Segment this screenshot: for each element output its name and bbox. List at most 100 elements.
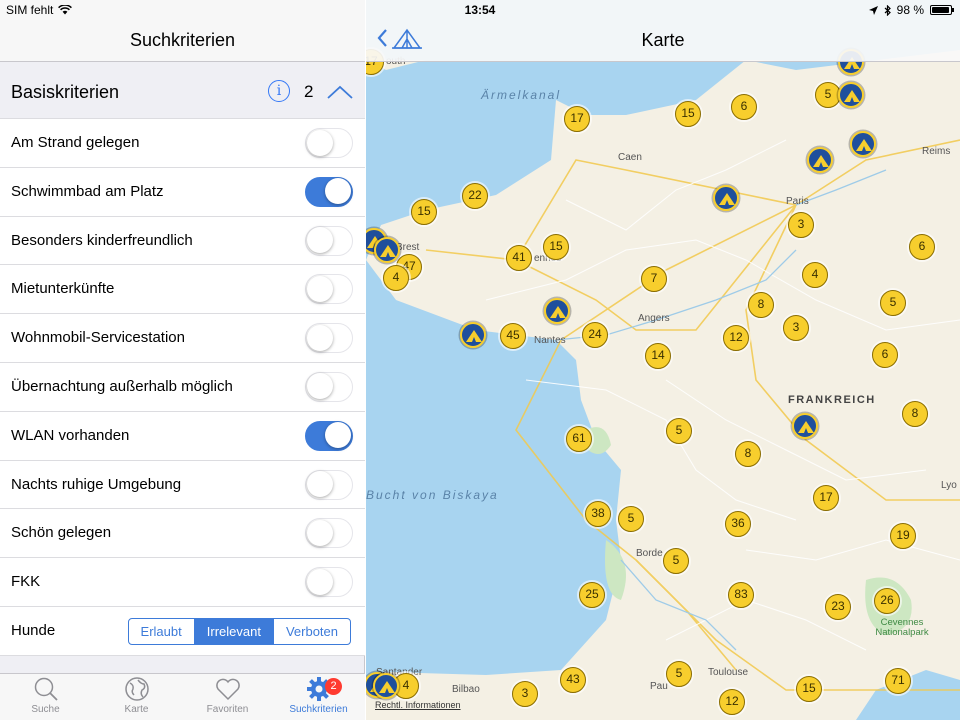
criteria-row-fkk: FKK — [0, 558, 365, 607]
cluster-marker[interactable]: 26 — [874, 588, 900, 614]
cluster-marker[interactable]: 4 — [802, 262, 828, 288]
campsite-marker[interactable] — [460, 322, 486, 348]
cluster-marker[interactable]: 15 — [796, 676, 822, 702]
toggle-strand[interactable] — [305, 128, 353, 158]
cluster-marker[interactable]: 7 — [641, 266, 667, 292]
tab-bar: Suche Karte Favoriten 2 Suchkriterien — [0, 673, 365, 720]
tent-icon — [719, 193, 735, 205]
cluster-marker[interactable]: 5 — [666, 661, 692, 687]
tent-icon — [813, 155, 829, 167]
criteria-row-schoen: Schön gelegen — [0, 509, 365, 559]
criteria-row-ruhig: Nachts ruhige Umgebung — [0, 461, 365, 510]
cluster-marker[interactable]: 23 — [825, 594, 851, 620]
cluster-marker[interactable]: 36 — [725, 511, 751, 537]
map-label: Pau — [650, 681, 668, 692]
cluster-marker[interactable]: 6 — [731, 94, 757, 120]
cluster-marker[interactable]: 25 — [579, 582, 605, 608]
cluster-marker[interactable]: 8 — [735, 441, 761, 467]
segment-verboten[interactable]: Verboten — [274, 619, 350, 644]
dogs-segmented-control: Erlaubt Irrelevant Verboten — [127, 617, 351, 645]
map-label: Paris — [786, 196, 809, 207]
tab-label: Suchkriterien — [289, 704, 348, 715]
criteria-row-mietunterkuenfte: Mietunterkünfte — [0, 265, 365, 315]
map-label: Cevennes Nationalpark — [875, 617, 929, 638]
cluster-marker[interactable]: 17 — [813, 485, 839, 511]
cluster-marker[interactable]: 15 — [675, 101, 701, 127]
globe-icon — [124, 677, 149, 701]
cluster-marker[interactable]: 6 — [872, 342, 898, 368]
cluster-marker[interactable]: 8 — [902, 401, 928, 427]
toggle-wlan[interactable] — [305, 420, 353, 451]
cluster-marker[interactable]: 3 — [783, 315, 809, 341]
cluster-marker[interactable]: 3 — [788, 212, 814, 238]
tab-karte[interactable]: Karte — [91, 676, 182, 715]
cluster-marker[interactable]: 22 — [462, 183, 488, 209]
cluster-marker[interactable]: 61 — [566, 426, 592, 452]
cluster-marker[interactable]: 5 — [666, 418, 692, 444]
legal-info-link[interactable]: Rechtl. Informationen — [375, 700, 461, 710]
cluster-marker[interactable]: 19 — [890, 523, 916, 549]
cluster-marker[interactable]: 6 — [909, 234, 935, 260]
criteria-label: Besonders kinderfreundlich — [11, 231, 193, 249]
campsite-marker[interactable] — [838, 82, 864, 108]
map-label: Angers — [638, 313, 670, 324]
criteria-label: Schön gelegen — [11, 524, 112, 542]
cluster-marker[interactable]: 38 — [585, 501, 611, 527]
criteria-label: Nachts ruhige Umgebung — [11, 475, 182, 493]
info-icon[interactable]: i — [268, 80, 290, 102]
toggle-kinderfreundlich[interactable] — [305, 225, 353, 256]
cluster-marker[interactable]: 43 — [560, 667, 586, 693]
cluster-marker[interactable]: 5 — [618, 506, 644, 532]
toggle-schoen[interactable] — [305, 518, 353, 549]
cluster-marker[interactable]: 12 — [723, 325, 749, 351]
criteria-row-wohnmobil: Wohnmobil-Servicestation — [0, 314, 365, 363]
criteria-row-uebernachtung: Übernachtung außerhalb möglich — [0, 363, 365, 412]
criteria-label: Wohnmobil-Servicestation — [11, 329, 185, 347]
cluster-marker[interactable]: 17 — [564, 106, 590, 132]
campsite-marker[interactable] — [792, 413, 818, 439]
cluster-marker[interactable]: 15 — [411, 199, 437, 225]
toggle-uebernachtung[interactable] — [305, 371, 353, 402]
campsite-marker[interactable] — [713, 185, 739, 211]
cluster-marker[interactable]: 4 — [383, 265, 409, 291]
campsite-marker[interactable] — [544, 298, 570, 324]
toggle-schwimmbad[interactable] — [305, 176, 353, 207]
cluster-marker[interactable]: 8 — [748, 292, 774, 318]
campsite-marker[interactable] — [374, 237, 400, 263]
toggle-ruhig[interactable] — [305, 469, 353, 500]
cluster-marker[interactable]: 24 — [582, 322, 608, 348]
cluster-marker[interactable]: 41 — [506, 245, 532, 271]
map-panel[interactable]: Karte Ärmelkanal Caen Paris Reims Brest … — [366, 0, 960, 720]
criteria-label: WLAN vorhanden — [11, 426, 130, 444]
chevron-up-icon[interactable] — [326, 84, 354, 100]
cluster-marker[interactable]: 14 — [645, 343, 671, 369]
section-title: Basiskriterien — [11, 82, 120, 102]
cluster-marker[interactable]: 12 — [719, 689, 745, 715]
segment-irrelevant[interactable]: Irrelevant — [194, 618, 274, 644]
section-header-basiskriterien[interactable]: Basiskriterien i 2 — [0, 62, 365, 119]
clock: 13:54 — [464, 3, 496, 17]
tab-favoriten[interactable]: Favoriten — [182, 676, 273, 715]
cluster-marker[interactable]: 15 — [543, 234, 569, 260]
campsite-marker[interactable] — [850, 131, 876, 157]
cluster-marker[interactable]: 71 — [885, 668, 911, 694]
cluster-marker[interactable]: 5 — [880, 290, 906, 316]
toggle-fkk[interactable] — [305, 567, 353, 598]
map-label: Toulouse — [708, 667, 749, 678]
cluster-marker[interactable]: 83 — [728, 582, 754, 608]
criteria-label: Mietunterkünfte — [11, 280, 115, 298]
selected-count: 2 — [304, 82, 314, 101]
cluster-marker[interactable]: 5 — [663, 548, 689, 574]
tab-suche[interactable]: Suche — [0, 676, 91, 715]
tab-suchkriterien[interactable]: 2 Suchkriterien — [273, 676, 364, 715]
tent-icon — [550, 306, 566, 318]
segment-erlaubt[interactable]: Erlaubt — [129, 618, 195, 644]
toggle-mietunterkuenfte[interactable] — [305, 274, 353, 305]
bluetooth-icon — [884, 4, 891, 16]
campsite-marker[interactable] — [807, 147, 833, 173]
cluster-marker[interactable]: 45 — [500, 323, 526, 349]
toggle-wohnmobil[interactable] — [305, 323, 353, 354]
campsite-marker[interactable] — [373, 673, 399, 699]
criteria-list: Am Strand gelegen Schwimmbad am Platz Be… — [0, 119, 365, 656]
cluster-marker[interactable]: 3 — [512, 681, 538, 707]
